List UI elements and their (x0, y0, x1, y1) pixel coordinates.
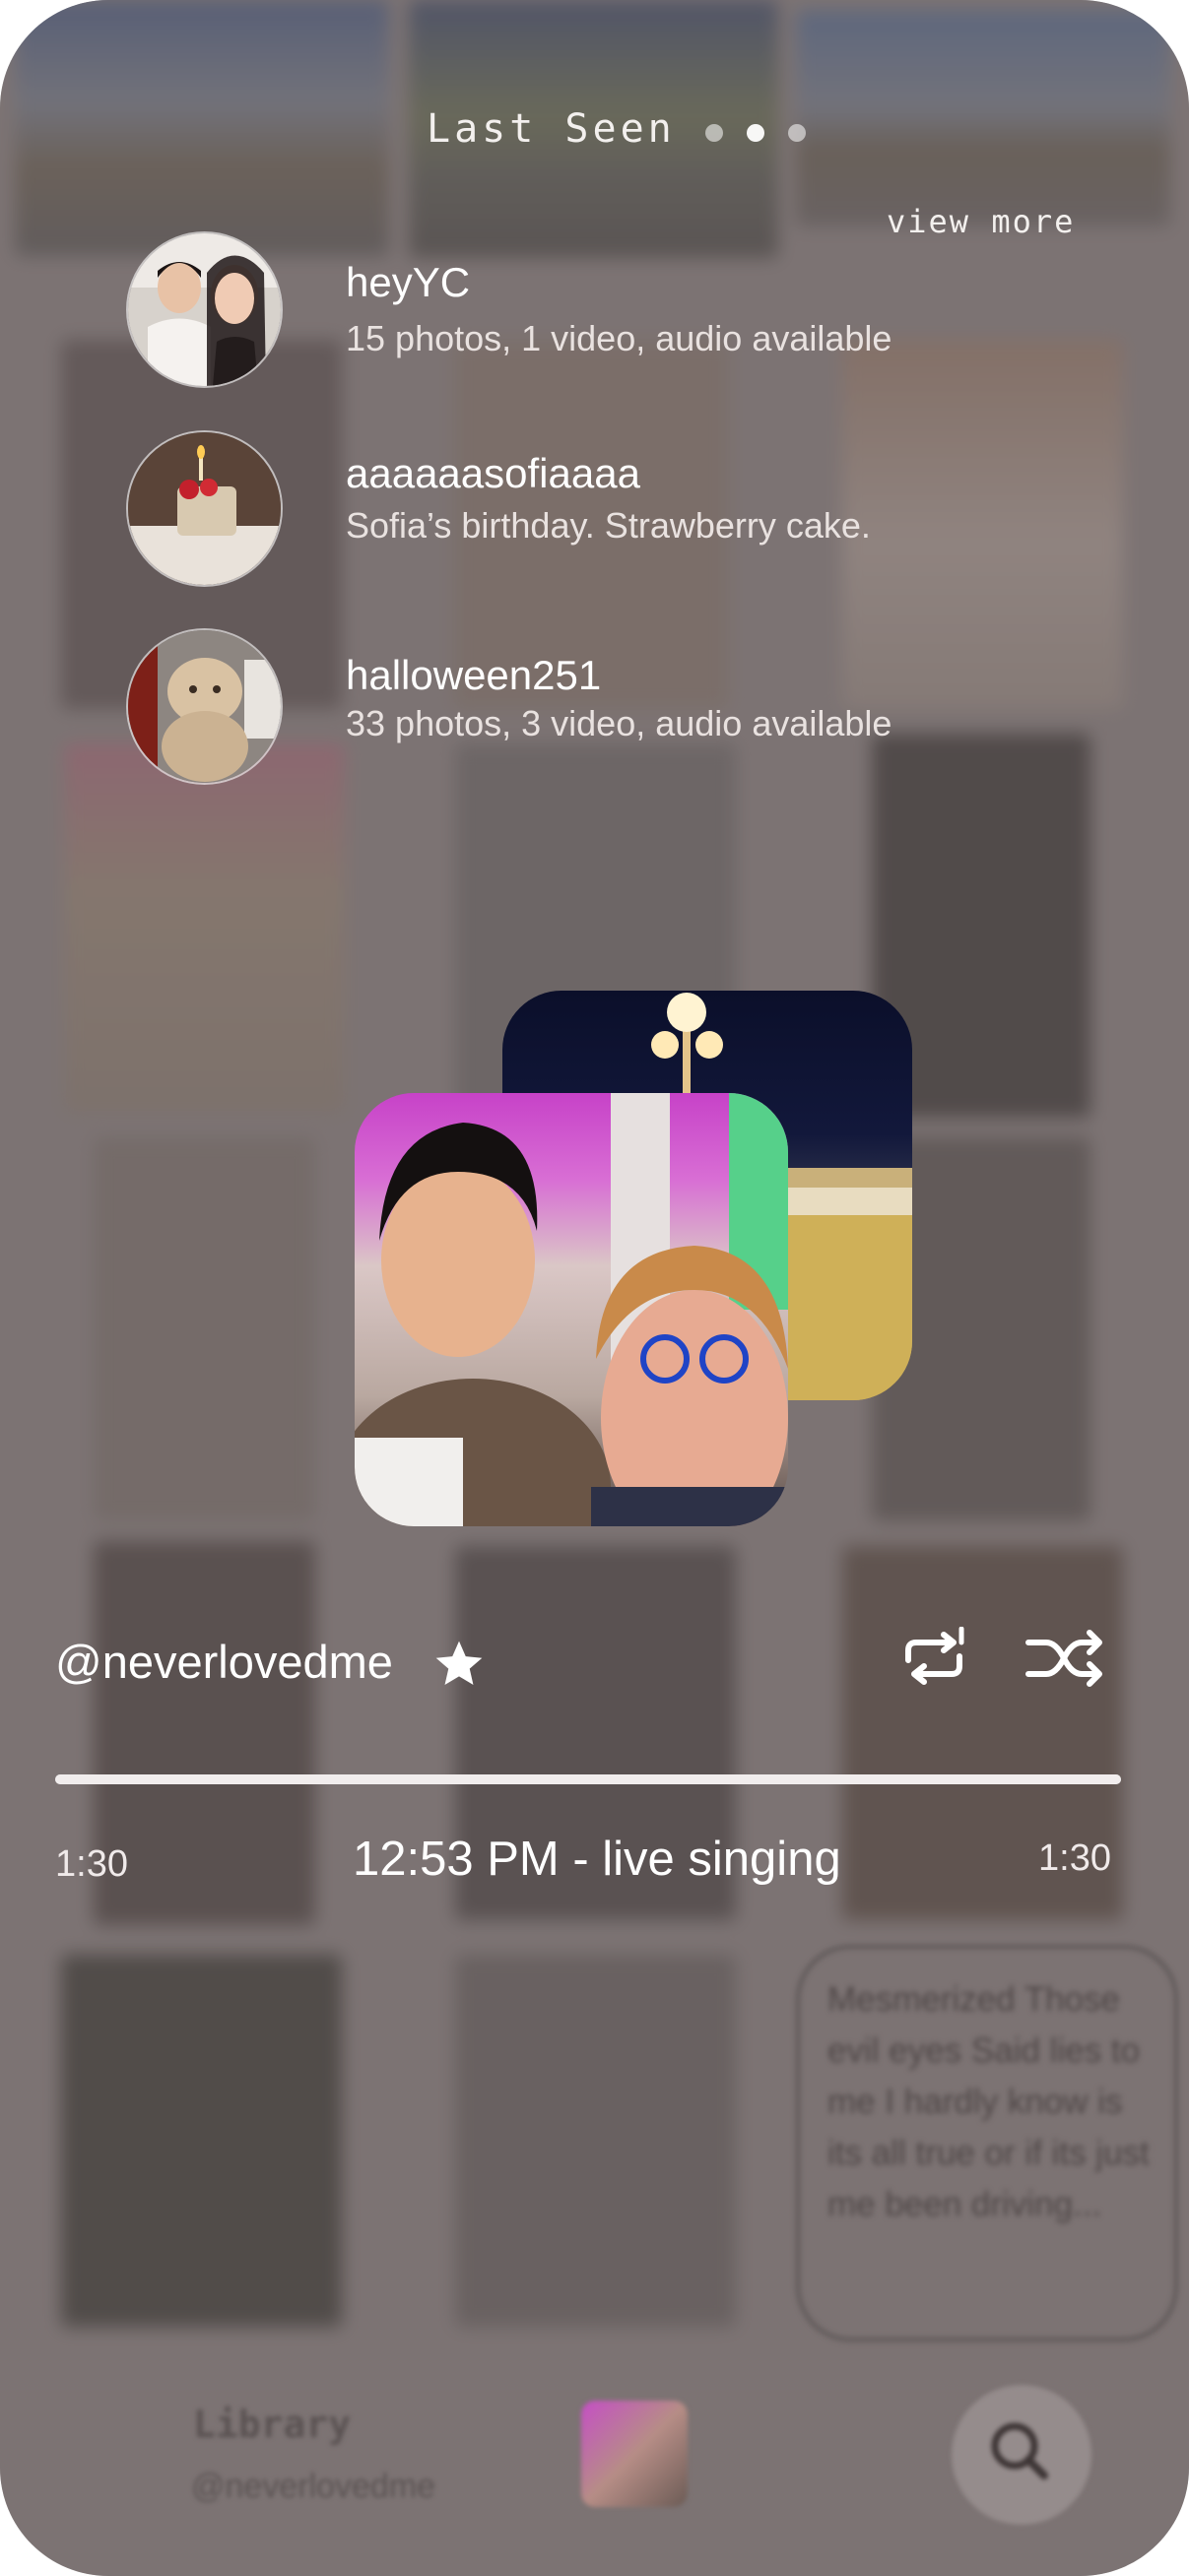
avatar (126, 430, 283, 587)
recent-item-subtitle: 15 photos, 1 video, audio available (346, 318, 892, 358)
avatar (126, 628, 283, 785)
avatar (126, 231, 283, 388)
progress-slider[interactable] (55, 1774, 1121, 1784)
time-elapsed: 1:30 (55, 1843, 128, 1885)
recent-item-name: halloween251 (346, 652, 602, 698)
recent-item-name: aaaaaasofiaaaa (346, 450, 640, 496)
page-dot[interactable] (788, 124, 806, 142)
recent-item[interactable]: aaaaaasofiaaaa Sofia’s birthday. Strawbe… (126, 430, 1013, 588)
time-total: 1:30 (1038, 1837, 1111, 1879)
library-tab[interactable]: Library (193, 2403, 351, 2446)
recent-item[interactable]: halloween251 33 photos, 3 video, audio a… (126, 628, 1013, 786)
search-button[interactable] (952, 2385, 1091, 2525)
section-title: Last Seen (427, 106, 676, 152)
recent-item-subtitle: 33 photos, 3 video, audio available (346, 703, 892, 743)
lyrics-text: Mesmerized Those evil eyes Said lies to … (827, 1980, 1150, 2223)
library-handle: @neverlovedme (191, 2468, 436, 2505)
shuffle-icon[interactable] (1024, 1627, 1105, 1690)
page-dot[interactable] (705, 124, 723, 142)
user-handle[interactable]: @neverlovedme (55, 1635, 393, 1689)
recent-item-subtitle: Sofia’s birthday. Strawberry cake. (346, 505, 871, 546)
mini-player-thumbnail[interactable] (581, 2401, 688, 2507)
repeat-one-icon[interactable] (898, 1627, 969, 1690)
recent-item-name: heyYC (346, 259, 471, 305)
page-indicator[interactable] (705, 124, 806, 142)
track-caption: 12:53 PM - live singing (353, 1833, 841, 1886)
page-dot-active[interactable] (747, 124, 764, 142)
bottom-bar: Library @neverlovedme (0, 2363, 1189, 2576)
search-icon (991, 2422, 1048, 2479)
progress-fill (55, 1774, 1121, 1784)
app-screen: Last Seen view more heyYC 15 photos, 1 v… (0, 0, 1189, 2576)
lyrics-card[interactable]: Mesmerized Those evil eyes Said lies to … (796, 1945, 1178, 2342)
star-icon[interactable] (431, 1637, 487, 1692)
recent-item[interactable]: heyYC 15 photos, 1 video, audio availabl… (126, 231, 1013, 389)
now-playing-photo-front[interactable] (355, 1093, 788, 1526)
